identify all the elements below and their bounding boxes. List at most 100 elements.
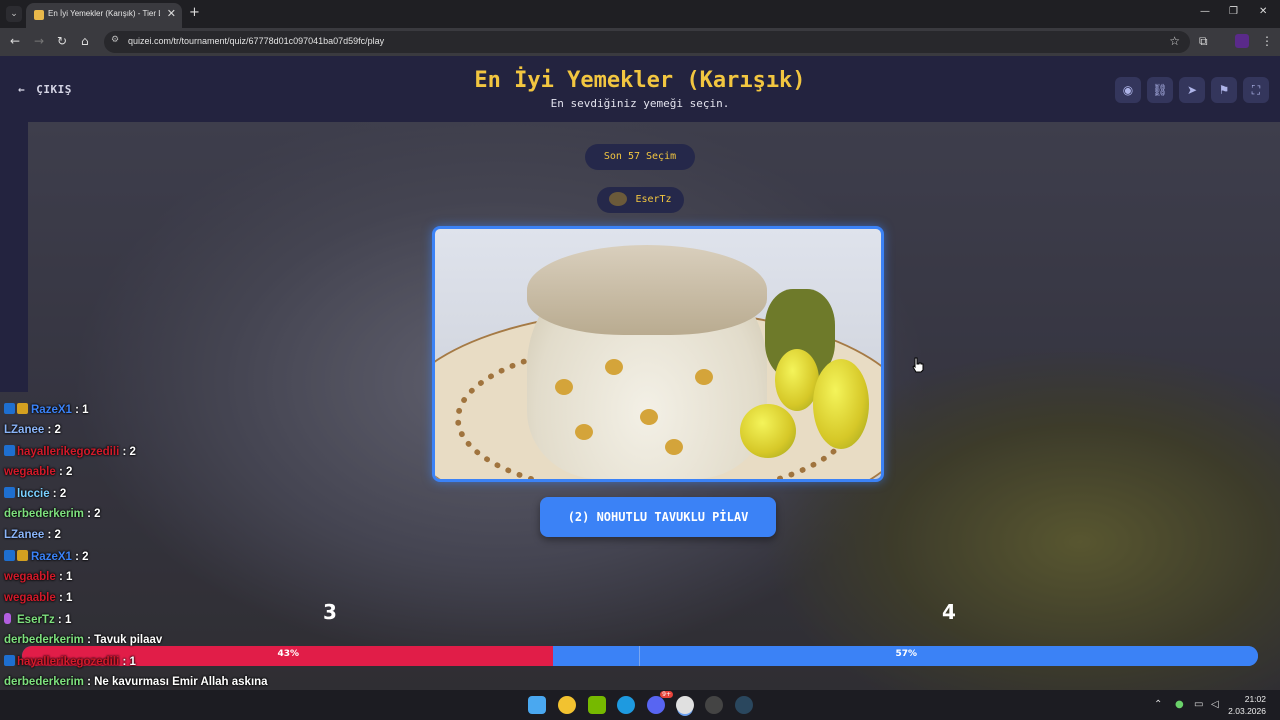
chat-username: derbederkerim — [4, 508, 84, 520]
chat-username: RazeX1 — [31, 404, 72, 416]
page-subtitle: En sevdiğiniz yemeği seçin. — [550, 97, 730, 110]
chat-text: : 1 — [55, 592, 73, 604]
extension-icon[interactable] — [1235, 34, 1249, 48]
restore-icon[interactable]: ❐ — [1229, 6, 1238, 17]
chat-text: : 1 — [55, 571, 73, 583]
tray-chevron-icon[interactable]: ⌃ — [1154, 699, 1162, 710]
food-image-card[interactable] — [432, 226, 884, 482]
extensions-icon[interactable]: ⧉ — [1199, 34, 1208, 49]
chat-username: LZanee — [4, 529, 45, 541]
chat-message: LZanee : 2 — [4, 424, 61, 444]
vote-bar-divider — [639, 646, 640, 666]
steam-icon[interactable] — [735, 696, 753, 714]
chat-text: : Ne kavurması Emir Allah askına — [83, 676, 268, 688]
chrome-icon[interactable] — [558, 696, 576, 714]
chrome-active-icon[interactable] — [676, 696, 694, 714]
minimize-icon[interactable]: — — [1200, 6, 1210, 17]
chat-message: hayallerikegozedili : 2 — [4, 445, 136, 465]
chat-username: derbederkerim — [4, 634, 84, 646]
discord-badge: 9+ — [660, 691, 673, 698]
chat-message: EserTz : 1 — [4, 613, 71, 633]
right-vote-count: 4 — [942, 600, 956, 624]
chat-text: : 1 — [119, 656, 136, 668]
game-stage: Son 57 Seçim EserTz (2) NOHUTLU TAVUKLU … — [0, 122, 1280, 690]
chat-username: LZanee — [4, 424, 45, 436]
chat-username: hayallerikegozedili — [17, 656, 120, 668]
clock-date: 2.03.2026 — [1228, 706, 1266, 716]
microphone-icon[interactable]: ● — [1175, 699, 1184, 710]
browser-tabbar: ⌄ En İyi Yemekler (Karışık) - Tier L ✕ +… — [0, 0, 1280, 28]
prime-badge-icon — [4, 403, 15, 414]
bookmark-star-icon[interactable]: ☆ — [1169, 34, 1180, 48]
sub-badge-icon — [17, 403, 28, 414]
obs-icon[interactable] — [705, 696, 723, 714]
tab-close-icon[interactable]: ✕ — [167, 7, 176, 20]
forward-icon[interactable]: → — [34, 34, 44, 48]
windows-start-icon[interactable] — [528, 696, 546, 714]
volume-icon[interactable]: ◁ — [1211, 699, 1219, 710]
menu-icon[interactable]: ⋮ — [1261, 34, 1273, 48]
chat-username: wegaable — [4, 592, 56, 604]
home-icon[interactable]: ⌂ — [81, 34, 89, 48]
left-vote-count: 3 — [323, 600, 337, 624]
food-choice-button[interactable]: (2) NOHUTLU TAVUKLU PİLAV — [540, 497, 776, 537]
chat-text: : 2 — [71, 551, 89, 563]
reload-icon[interactable]: ↻ — [57, 34, 67, 48]
window-close-icon[interactable]: ✕ — [1259, 6, 1267, 17]
eye-icon[interactable]: ◉ — [1115, 77, 1141, 103]
flag-icon[interactable]: ⚑ — [1211, 77, 1237, 103]
chat-text: : 2 — [83, 508, 101, 520]
vote-bar: 43% 57% — [22, 646, 1258, 666]
chat-message: LZanee : 2 — [4, 529, 61, 549]
chat-text: : 2 — [44, 424, 61, 436]
chat-message: derbederkerim : 2 — [4, 508, 101, 528]
chat-username: hayallerikegozedili — [17, 446, 120, 458]
back-icon[interactable]: ← — [10, 34, 20, 48]
last-choices-badge[interactable]: Son 57 Seçim — [585, 144, 695, 170]
chat-message: wegaable : 1 — [4, 592, 72, 612]
avatar — [609, 192, 628, 206]
link-icon[interactable]: ⛓ — [1147, 77, 1173, 103]
chat-username: derbederkerim — [4, 676, 84, 688]
chat-text: : 1 — [54, 614, 72, 626]
site-header: ← ÇIKIŞ En İyi Yemekler (Karışık) En sev… — [0, 56, 1280, 122]
chickpea — [665, 439, 683, 455]
new-tab-icon[interactable]: + — [189, 5, 200, 20]
site-info-icon[interactable]: ⚙ — [111, 35, 119, 45]
chickpea — [640, 409, 658, 425]
send-icon[interactable]: ➤ — [1179, 77, 1205, 103]
edge-icon[interactable] — [617, 696, 635, 714]
tab-search-icon[interactable]: ⌄ — [6, 6, 22, 22]
user-name: EserTz — [635, 194, 672, 205]
display-icon[interactable]: ▭ — [1194, 699, 1203, 710]
discord-icon[interactable]: 9+ — [647, 691, 673, 714]
chickpea — [695, 369, 713, 385]
chickpea — [605, 359, 623, 375]
chat-text: : 2 — [55, 466, 73, 478]
vote-left-percent: 43% — [277, 649, 300, 659]
chat-text: : Tavuk pilaav — [83, 634, 163, 646]
chat-message: RazeX1 : 2 — [4, 550, 89, 570]
clock[interactable]: 21:02 2.03.2026 — [1228, 693, 1266, 717]
tab-favicon-icon — [34, 10, 44, 20]
chat-message: derbederkerim : Tavuk pilaav — [4, 634, 162, 654]
chickpea — [555, 379, 573, 395]
browser-tab[interactable]: En İyi Yemekler (Karışık) - Tier L ✕ — [26, 3, 182, 28]
chat-text: : 2 — [49, 488, 67, 500]
prime-badge-icon — [4, 550, 15, 561]
chat-username: wegaable — [4, 466, 56, 478]
chat-message: wegaable : 2 — [4, 466, 72, 486]
address-bar[interactable]: ⚙ quizei.com/tr/tournament/quiz/67778d01… — [104, 31, 1190, 53]
chat-text: : 2 — [44, 529, 61, 541]
chat-message: RazeX1 : 1 — [4, 403, 89, 423]
hand-cursor-icon — [912, 357, 924, 373]
chat-text: : 1 — [71, 404, 89, 416]
left-strip — [0, 122, 28, 392]
fullscreen-icon[interactable]: ⛶ — [1243, 77, 1269, 103]
browser-toolbar: ← → ↻ ⌂ ⚙ quizei.com/tr/tournament/quiz/… — [0, 28, 1280, 56]
chickpea — [575, 424, 593, 440]
url-text: quizei.com/tr/tournament/quiz/67778d01c0… — [128, 36, 385, 46]
nvidia-icon[interactable] — [588, 696, 606, 714]
shredded-chicken — [527, 245, 767, 335]
prime-badge-icon — [4, 655, 15, 666]
